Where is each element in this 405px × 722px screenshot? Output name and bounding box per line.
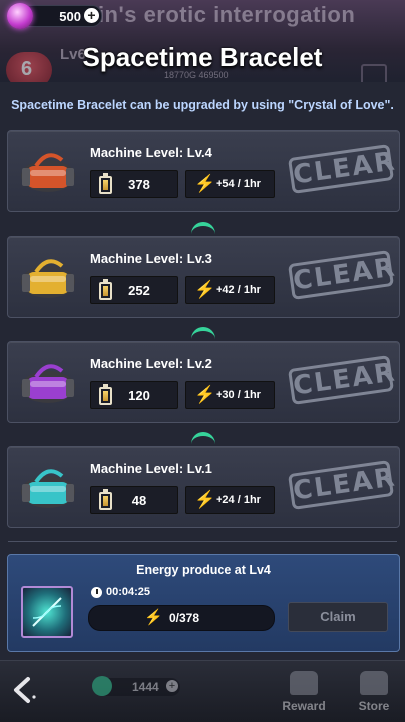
store-icon — [360, 671, 388, 695]
energy-panel: Energy produce at Lv4 00:04:25 ⚡ 0/378 C… — [7, 554, 400, 652]
energy-capacity: 378 — [90, 170, 178, 198]
subtitle: Spacetime Bracelet can be upgraded by us… — [11, 98, 394, 112]
bracelet-icon — [21, 364, 75, 403]
clear-stamp: CLEAR — [287, 250, 398, 300]
machine-card: Machine Level: Lv.4 378 ⚡ +54 / 1hr CLEA… — [7, 130, 400, 212]
energy-capacity: 48 — [90, 486, 178, 514]
machine-level-label: Machine Level: Lv.3 — [90, 251, 212, 266]
gem-amount: 1444 — [132, 680, 159, 694]
energy-cube-icon — [21, 586, 73, 638]
bracelet-icon — [21, 153, 75, 192]
energy-rate: ⚡ +54 / 1hr — [185, 170, 275, 198]
clear-stamp: CLEAR — [287, 144, 398, 194]
energy-rate-value: +42 / 1hr — [216, 284, 261, 296]
crystal-icon — [7, 3, 33, 29]
energy-rate: ⚡ +24 / 1hr — [185, 486, 275, 514]
machine-card: Machine Level: Lv.3 252 ⚡ +42 / 1hr CLEA… — [7, 236, 400, 318]
energy-rate-value: +24 / 1hr — [216, 494, 261, 506]
background-title: oin's erotic interrogation — [84, 2, 356, 27]
machine-level-label: Machine Level: Lv.2 — [90, 356, 212, 371]
bolt-icon: ⚡ — [144, 609, 163, 626]
machine-card: Machine Level: Lv.1 48 ⚡ +24 / 1hr CLEAR — [7, 446, 400, 528]
reward-button[interactable]: Reward — [280, 669, 328, 717]
energy-capacity: 252 — [90, 276, 178, 304]
page-title: Spacetime Bracelet — [82, 42, 323, 72]
store-button[interactable]: Store — [350, 669, 398, 717]
energy-capacity-value: 252 — [128, 283, 150, 298]
machine-level-label: Machine Level: Lv.4 — [90, 145, 212, 160]
bolt-icon: ⚡ — [194, 490, 216, 509]
energy-rate-value: +54 / 1hr — [216, 178, 261, 190]
energy-progress-bar: ⚡ 0/378 — [88, 605, 275, 631]
bracelet-icon — [21, 259, 75, 298]
energy-timer: 00:04:25 — [106, 586, 151, 598]
back-arrow-icon — [14, 677, 36, 703]
bolt-icon: ⚡ — [194, 280, 216, 299]
helix-icon — [32, 597, 62, 627]
energy-capacity: 120 — [90, 381, 178, 409]
energy-rate-value: +30 / 1hr — [216, 389, 261, 401]
claim-button[interactable]: Claim — [288, 602, 388, 632]
reward-label: Reward — [282, 699, 326, 713]
divider — [8, 541, 397, 542]
energy-rate: ⚡ +30 / 1hr — [185, 381, 275, 409]
add-currency-button[interactable]: + — [84, 8, 99, 23]
machine-level-label: Machine Level: Lv.1 — [90, 461, 212, 476]
add-gem-button[interactable]: + — [166, 680, 178, 692]
bottom-bar: 1444 + Reward Store — [0, 660, 405, 722]
energy-capacity-value: 48 — [131, 493, 147, 508]
energy-rate: ⚡ +42 / 1hr — [185, 276, 275, 304]
energy-progress-text: 0/378 — [169, 611, 200, 625]
energy-capacity-value: 120 — [128, 388, 150, 403]
love-crystal-currency: 500 + — [7, 3, 102, 29]
clear-stamp: CLEAR — [287, 460, 398, 510]
bracelet-icon — [21, 469, 75, 508]
energy-title: Energy produce at Lv4 — [136, 563, 271, 577]
bolt-icon: ⚡ — [194, 385, 216, 404]
store-label: Store — [358, 699, 390, 713]
gem-currency: 1444 + — [92, 676, 180, 696]
machine-card: Machine Level: Lv.2 120 ⚡ +30 / 1hr CLEA… — [7, 341, 400, 423]
gem-icon — [92, 676, 112, 696]
currency-amount: 500 — [59, 9, 81, 24]
back-button[interactable] — [10, 675, 40, 713]
bolt-icon: ⚡ — [194, 174, 216, 193]
chest-icon — [290, 671, 318, 695]
clear-stamp: CLEAR — [287, 355, 398, 405]
energy-capacity-value: 378 — [128, 177, 150, 192]
clock-icon — [91, 587, 102, 598]
